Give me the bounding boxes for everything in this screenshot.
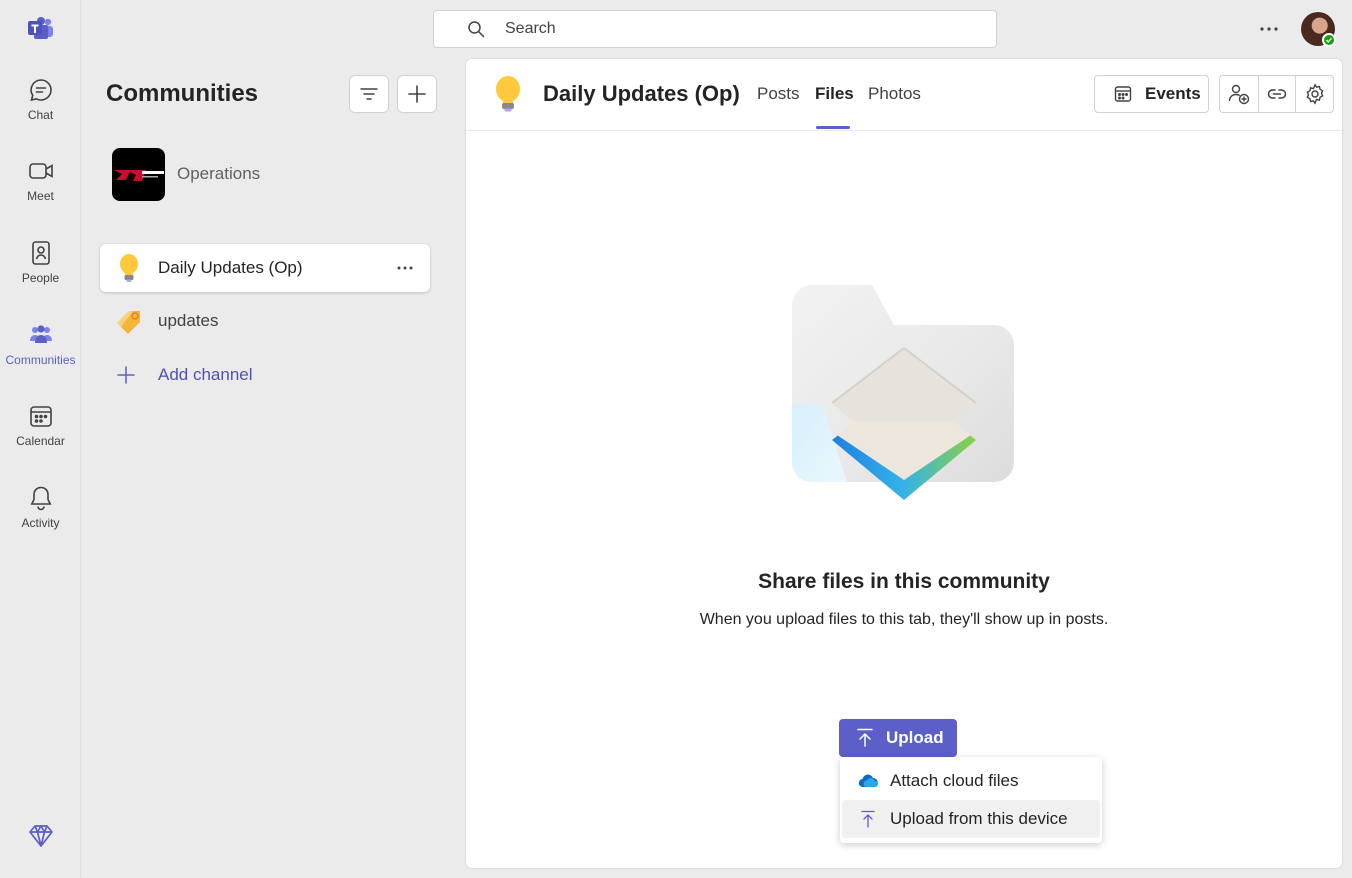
channel-content: Daily Updates (Op) Posts Files Photos Ev…: [466, 59, 1342, 868]
channel-header: Daily Updates (Op) Posts Files Photos Ev…: [466, 59, 1342, 131]
plus-icon: [408, 85, 426, 103]
gear-icon: [1306, 83, 1324, 105]
add-people-icon: [1228, 84, 1250, 105]
rail-label: Meet: [27, 189, 54, 203]
onedrive-cloud-icon: [858, 774, 878, 788]
add-member-button[interactable]: [1220, 76, 1258, 112]
presence-available-icon: [1322, 33, 1336, 47]
menu-item-label: Upload from this device: [890, 809, 1068, 828]
active-tab-indicator: [816, 126, 850, 129]
events-label: Events: [1145, 84, 1201, 103]
rail-label: Activity: [21, 516, 60, 530]
tab-posts[interactable]: Posts: [757, 84, 800, 104]
menu-item-label: Attach cloud files: [890, 771, 1019, 790]
copy-link-button[interactable]: [1257, 76, 1296, 112]
premium-diamond-icon[interactable]: [27, 822, 55, 850]
rail-label: Calendar: [16, 434, 65, 448]
channel-updates[interactable]: updates: [100, 297, 430, 345]
communities-icon: [29, 325, 52, 343]
ellipsis-icon: [397, 266, 413, 270]
tag-icon: [114, 306, 144, 336]
empty-state-subtitle: When you upload files to this tab, they'…: [699, 611, 1109, 628]
channel-more-button[interactable]: [394, 257, 416, 279]
folder-illustration: [792, 285, 1014, 500]
lightbulb-icon: [114, 253, 144, 283]
video-icon: [28, 163, 53, 179]
people-icon: [31, 241, 50, 265]
tab-photos[interactable]: Photos: [868, 84, 921, 104]
upload-menu: Attach cloud files Upload from this devi…: [840, 757, 1102, 843]
settings-button[interactable]: [1295, 76, 1333, 112]
tab-files[interactable]: Files: [815, 84, 854, 104]
community-logo[interactable]: [112, 148, 165, 201]
more-options-button[interactable]: [1256, 18, 1282, 40]
events-button[interactable]: Events: [1094, 75, 1209, 113]
channel-daily-updates[interactable]: Daily Updates (Op): [100, 244, 430, 292]
search-icon: [468, 21, 485, 38]
upload-from-device-item[interactable]: Upload from this device: [842, 800, 1100, 838]
teams-logo-icon[interactable]: [27, 15, 55, 43]
app-rail: Chat Meet People Communities Calendar Ac…: [0, 0, 81, 878]
empty-state-title: Share files in this community: [758, 570, 1050, 593]
xenero-logo-icon: [114, 170, 164, 181]
plus-icon: [117, 366, 135, 384]
rail-item-chat[interactable]: Chat: [0, 70, 81, 140]
rail-item-activity[interactable]: Activity: [0, 478, 81, 548]
channel-title: Daily Updates (Op): [543, 81, 740, 106]
rail-label: People: [21, 271, 60, 285]
calendar-icon: [29, 406, 52, 427]
channel-actions: [1219, 75, 1334, 113]
rail-item-people[interactable]: People: [0, 233, 81, 303]
ellipsis-icon: [1260, 27, 1278, 31]
filter-button[interactable]: [349, 75, 389, 113]
search-input[interactable]: Search: [433, 10, 997, 48]
search-placeholder: Search: [505, 20, 556, 37]
rail-item-calendar[interactable]: Calendar: [0, 396, 81, 466]
rail-label: Communities: [5, 353, 76, 367]
add-channel-button[interactable]: Add channel: [116, 365, 253, 385]
bell-icon: [30, 486, 51, 511]
upload-arrow-icon: [857, 728, 873, 747]
rail-item-communities[interactable]: Communities: [0, 315, 81, 385]
rail-label: Chat: [27, 108, 54, 122]
attach-cloud-files-item[interactable]: Attach cloud files: [842, 762, 1100, 800]
upload-arrow-icon: [861, 810, 875, 828]
link-icon: [1267, 89, 1287, 99]
add-channel-label: Add channel: [158, 365, 253, 384]
upload-button[interactable]: Upload: [839, 719, 957, 757]
lightbulb-icon: [496, 76, 520, 112]
panel-title: Communities: [106, 80, 259, 107]
create-community-button[interactable]: [397, 75, 437, 113]
rail-item-meet[interactable]: Meet: [0, 151, 81, 221]
filter-icon: [360, 88, 378, 100]
chat-icon: [29, 79, 52, 102]
calendar-icon: [1114, 86, 1132, 102]
channel-name: Daily Updates (Op): [158, 258, 303, 277]
upload-label: Upload: [886, 728, 944, 747]
channel-name: updates: [158, 311, 219, 330]
community-name[interactable]: Operations: [177, 164, 260, 184]
